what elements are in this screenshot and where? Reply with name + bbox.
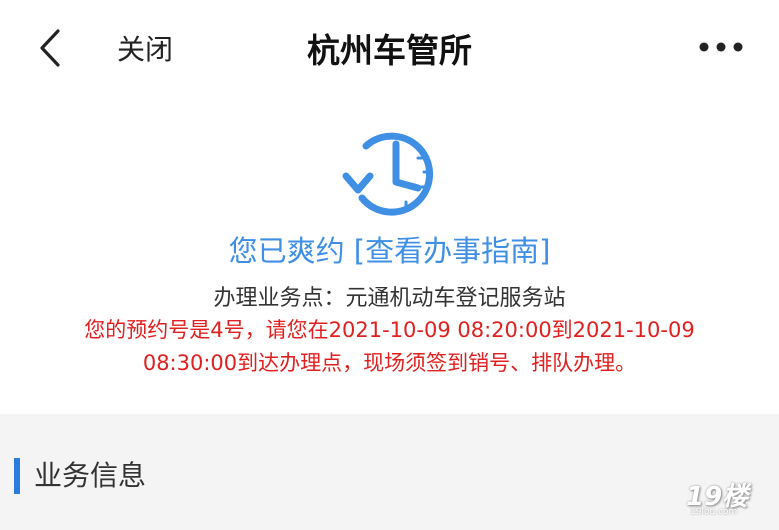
notice-line-1: 您的预约号是4号，请您在2021-10-09 08:20:00到2021-10-… <box>84 318 695 342</box>
top-nav-bar: 关闭 杭州车管所 <box>0 0 779 100</box>
status-message: 您已爽约 <box>228 234 345 268</box>
clock-rewind-icon <box>342 132 433 216</box>
close-button[interactable]: 关闭 <box>117 28 173 68</box>
more-button[interactable] <box>694 30 748 64</box>
watermark-url: 19lou.com <box>690 507 738 517</box>
watermark-logo: 19楼 19lou.com <box>680 476 770 522</box>
chevron-left-icon <box>40 29 60 67</box>
notice-line-2: 08:30:00到达办理点，现场须签到销号、排队办理。 <box>142 351 637 375</box>
status-message-line: 您已爽约 [查看办事指南] <box>0 228 779 270</box>
appointment-notice: 您的预约号是4号，请您在2021-10-09 08:20:00到2021-10-… <box>0 314 779 380</box>
more-dots-icon <box>699 42 743 52</box>
service-point-text: 办理业务点：元通机动车登记服务站 <box>213 286 566 311</box>
view-guide-link[interactable]: [查看办事指南] <box>354 234 551 268</box>
section-title: 业务信息 <box>34 459 147 492</box>
section-accent-bar <box>14 458 20 494</box>
back-button[interactable] <box>30 26 70 70</box>
business-info-section-header: 业务信息 <box>0 438 779 530</box>
